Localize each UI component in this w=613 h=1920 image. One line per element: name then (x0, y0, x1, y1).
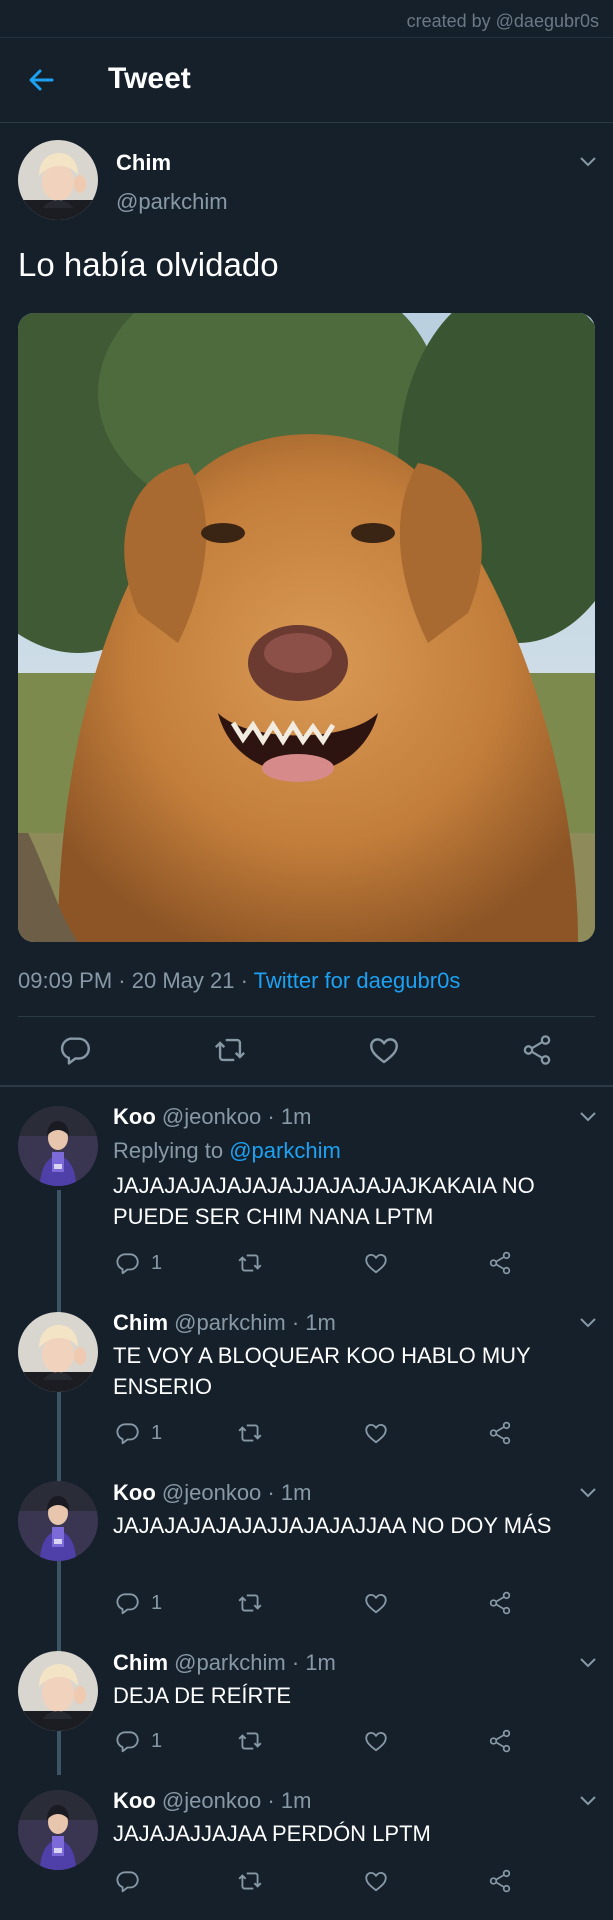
meta-dot: · (267, 1104, 281, 1129)
avatar[interactable] (18, 1312, 98, 1392)
avatar[interactable] (18, 1790, 98, 1870)
replying-to: Replying to @parkchim (113, 1138, 341, 1164)
tweet-age: 1m (305, 1310, 336, 1335)
tweet-age: 1m (280, 1104, 312, 1129)
tweet-time: 09:09 PM (18, 968, 113, 993)
meta-dot: · (291, 1650, 306, 1675)
like-icon[interactable] (367, 1033, 401, 1067)
reply-text: TE VOY A BLOQUEAR KOO HABLO MUY ENSERIO (113, 1343, 531, 1399)
reply-icon[interactable] (115, 1590, 141, 1616)
share-icon[interactable] (487, 1868, 513, 1894)
retweet-icon[interactable] (237, 1420, 263, 1446)
author-handle[interactable]: @parkchim (174, 1650, 286, 1675)
chevron-down-icon[interactable] (578, 1656, 598, 1670)
share-icon[interactable] (487, 1420, 513, 1446)
chevron-down-icon[interactable] (578, 1110, 598, 1124)
back-arrow-icon[interactable] (26, 65, 56, 95)
tweet-actions (0, 1033, 613, 1073)
share-icon[interactable] (487, 1728, 513, 1754)
reply-header: Chim @parkchim · 1m (113, 1310, 336, 1336)
divider (18, 1016, 595, 1017)
avatar[interactable] (18, 1106, 98, 1186)
author-name[interactable]: Koo (113, 1480, 156, 1505)
reply-icon[interactable] (59, 1033, 93, 1067)
chevron-down-icon[interactable] (578, 1794, 598, 1808)
retweet-icon[interactable] (213, 1033, 247, 1067)
meta-dot: · (267, 1788, 281, 1813)
reply-icon[interactable] (115, 1420, 141, 1446)
divider (0, 1085, 613, 1087)
tweet-age: 1m (305, 1650, 336, 1675)
reply-icon[interactable] (115, 1250, 141, 1276)
tweet-source-link[interactable]: Twitter for daegubr0s (254, 968, 461, 993)
chevron-down-icon[interactable] (578, 1486, 598, 1500)
retweet-icon[interactable] (237, 1868, 263, 1894)
author-handle[interactable]: @jeonkoo (162, 1480, 261, 1505)
reply-text: JAJAJAJAJAJAJJAJAJAJJAA NO DOY MÁS (113, 1513, 552, 1538)
author-handle[interactable]: @parkchim (174, 1310, 286, 1335)
chevron-down-icon[interactable] (578, 155, 598, 169)
share-icon[interactable] (487, 1250, 513, 1276)
author-name[interactable]: Koo (113, 1788, 156, 1813)
reply-actions (113, 1868, 533, 1898)
tweet-date: 20 May 21 (131, 968, 235, 993)
mention-link[interactable]: @parkchim (229, 1138, 341, 1163)
reply-actions: 1 (113, 1728, 533, 1758)
reply-actions: 1 (113, 1420, 533, 1450)
avatar[interactable] (18, 1651, 98, 1731)
reply-text: DEJA DE REÍRTE (113, 1683, 292, 1708)
top-bar: Tweet (0, 38, 613, 123)
meta-dot: · (291, 1310, 306, 1335)
reply-icon[interactable] (115, 1728, 141, 1754)
like-icon[interactable] (363, 1590, 389, 1616)
meta-dot: · (240, 968, 254, 993)
retweet-icon[interactable] (237, 1590, 263, 1616)
reply-header: Koo @jeonkoo · 1m (113, 1480, 311, 1506)
share-icon[interactable] (520, 1033, 554, 1067)
reply-icon[interactable] (115, 1868, 141, 1894)
watermark-credit: created by @daegubr0s (0, 0, 613, 38)
replying-prefix: Replying to (113, 1138, 224, 1163)
author-name[interactable]: Chim (113, 1650, 168, 1675)
reply-header: Koo @jeonkoo · 1m (113, 1104, 311, 1130)
reply-header: Chim @parkchim · 1m (113, 1650, 336, 1676)
author-name[interactable]: Chim (113, 1310, 168, 1335)
avatar[interactable] (18, 1481, 98, 1561)
author-handle[interactable]: @jeonkoo (162, 1104, 261, 1129)
reply-text: JAJAJAJAJAJAJAJJAJAJAJAJKAKAIA NO PUEDE … (113, 1173, 535, 1229)
like-icon[interactable] (363, 1728, 389, 1754)
tweet-text: Lo había olvidado (18, 246, 279, 283)
retweet-icon[interactable] (237, 1250, 263, 1276)
meta-dot: · (118, 968, 132, 993)
reply-header: Koo @jeonkoo · 1m (113, 1788, 311, 1814)
like-icon[interactable] (363, 1420, 389, 1446)
share-icon[interactable] (487, 1590, 513, 1616)
like-icon[interactable] (363, 1868, 389, 1894)
like-icon[interactable] (363, 1250, 389, 1276)
tweet-meta: 09:09 PM · 20 May 21 · Twitter for daegu… (18, 968, 460, 994)
author-handle[interactable]: @parkchim (116, 189, 228, 215)
reply-text: JAJAJAJJAJAA PERDÓN LPTM (113, 1821, 431, 1846)
author-name[interactable]: Chim (116, 150, 171, 176)
reply-actions: 1 (113, 1590, 533, 1620)
page-title: Tweet (108, 62, 191, 95)
reply-count: 1 (151, 1592, 163, 1614)
chevron-down-icon[interactable] (578, 1316, 598, 1330)
reply-count: 1 (151, 1252, 163, 1274)
avatar[interactable] (18, 140, 98, 220)
tweet-photo[interactable] (18, 313, 595, 942)
author-handle[interactable]: @jeonkoo (162, 1788, 261, 1813)
tweet-age: 1m (280, 1788, 312, 1813)
reply-count: 1 (151, 1730, 163, 1752)
author-name[interactable]: Koo (113, 1104, 156, 1129)
meta-dot: · (267, 1480, 281, 1505)
reply-count: 1 (151, 1422, 163, 1444)
tweet-age: 1m (280, 1480, 312, 1505)
retweet-icon[interactable] (237, 1728, 263, 1754)
reply-actions: 1 (113, 1250, 533, 1280)
